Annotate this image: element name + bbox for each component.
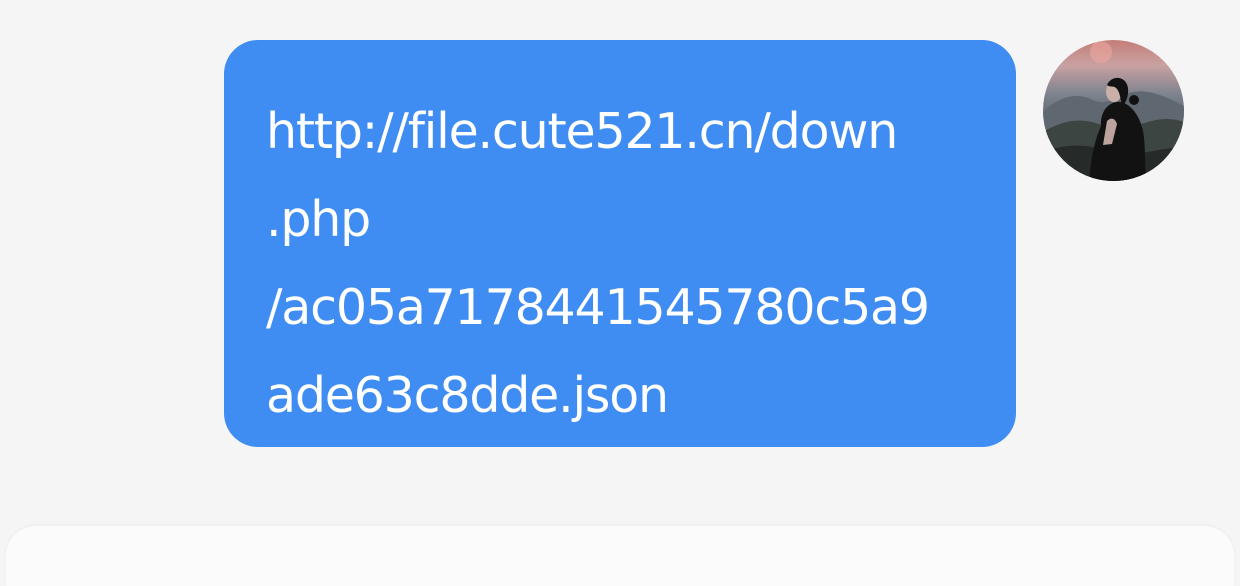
message-link-line-2[interactable]: .php: [266, 176, 1016, 264]
chat-message-area[interactable]: http://file.cute521.cn/down .php /ac05a7…: [0, 0, 1240, 520]
user-avatar-photo-icon: [1043, 40, 1184, 181]
message-link-line-4[interactable]: ade63c8dde.json: [266, 352, 1016, 440]
message-link-line-1[interactable]: http://file.cute521.cn/down: [266, 88, 1016, 176]
message-link-line-3[interactable]: /ac05a7178441545780c5a9: [266, 264, 1016, 352]
message-input-panel[interactable]: [6, 526, 1234, 586]
outgoing-message-bubble[interactable]: http://file.cute521.cn/down .php /ac05a7…: [224, 40, 1016, 447]
user-avatar[interactable]: [1043, 40, 1184, 181]
